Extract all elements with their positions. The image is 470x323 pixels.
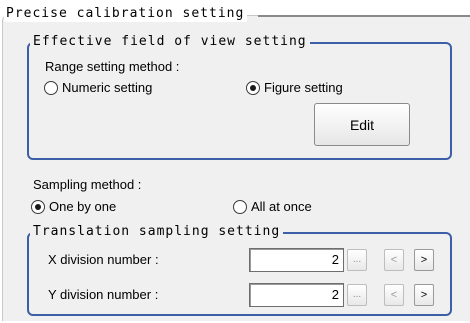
- radio-one-by-one[interactable]: One by one: [31, 199, 116, 215]
- y-division-increment-button[interactable]: >: [414, 284, 434, 306]
- radio-selected-dot: [35, 204, 41, 210]
- y-division-ellipsis-button[interactable]: ...: [347, 284, 367, 306]
- translation-group-title: Translation sampling setting: [30, 224, 284, 240]
- radio-numeric-indicator: [44, 81, 58, 95]
- x-division-ellipsis-button[interactable]: ...: [347, 249, 367, 271]
- radio-one-by-one-indicator: [31, 200, 45, 214]
- radio-numeric-label: Numeric setting: [62, 80, 153, 95]
- x-division-field[interactable]: 2: [249, 248, 344, 272]
- panel-title-rule: [258, 15, 470, 17]
- radio-figure-label: Figure setting: [264, 80, 343, 95]
- x-division-decrement-button[interactable]: <: [384, 249, 404, 271]
- radio-all-at-once-indicator: [233, 200, 247, 214]
- radio-numeric-setting[interactable]: Numeric setting: [44, 80, 152, 96]
- radio-figure-setting[interactable]: Figure setting: [246, 80, 343, 96]
- x-division-increment-button[interactable]: >: [414, 249, 434, 271]
- range-method-label: Range setting method :: [45, 59, 180, 74]
- y-division-field[interactable]: 2: [249, 283, 344, 307]
- sampling-method-label: Sampling method :: [33, 177, 142, 192]
- fov-group-title: Effective field of view setting: [30, 34, 310, 50]
- radio-all-at-once-label: All at once: [251, 199, 312, 214]
- y-division-decrement-button[interactable]: <: [384, 284, 404, 306]
- radio-figure-indicator: [246, 81, 260, 95]
- radio-all-at-once[interactable]: All at once: [233, 199, 312, 215]
- panel-title: Precise calibration setting: [4, 6, 248, 22]
- radio-selected-dot: [250, 85, 256, 91]
- edit-button[interactable]: Edit: [314, 103, 410, 146]
- radio-one-by-one-label: One by one: [49, 199, 117, 214]
- x-division-label: X division number :: [48, 252, 159, 267]
- y-division-label: Y division number :: [48, 287, 159, 302]
